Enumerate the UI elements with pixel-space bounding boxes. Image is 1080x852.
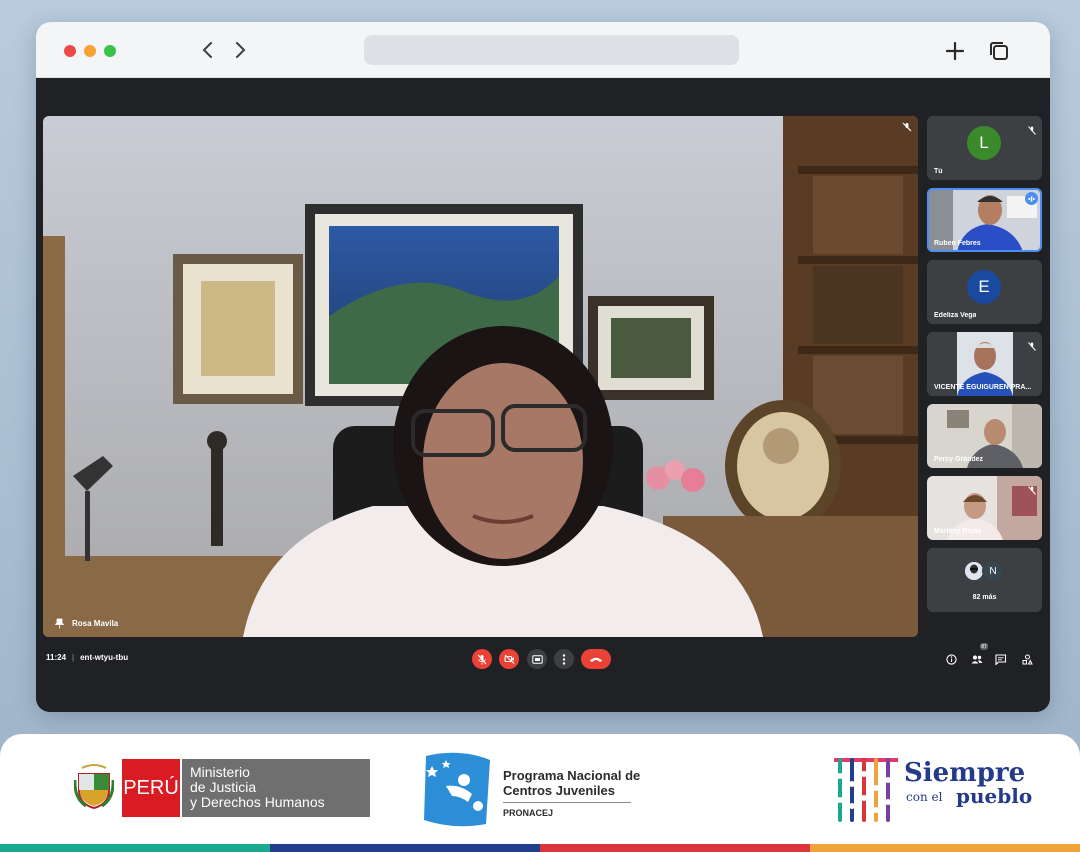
mic-off-icon [1028,482,1036,500]
slogan-emblem-icon [832,754,900,831]
mic-off-icon [1028,122,1036,140]
main-speaker-label: Rosa Mavila [55,618,118,629]
participant-name: Edeliza Vega [934,312,977,319]
participant-name: VICENTE EGUIGUREN PRA... [934,384,1032,391]
more-participants-label: 82 más [972,594,997,601]
program-line: Programa Nacional de [503,768,641,783]
mic-off-icon [902,122,912,132]
program-line: Centros Juveniles [503,783,615,798]
avatar: L [967,126,1001,160]
ministry-line: de Justicia [190,779,257,795]
participant-tile-video[interactable]: Percy Grández [927,404,1042,468]
meeting-code: ent-wtyu-tbu [80,653,129,662]
meeting-info: 11:24 | ent-wtyu-tbu [46,653,128,662]
more-participants-tile[interactable]: N 82 más [927,548,1042,612]
stripe-segment [0,844,270,852]
main-speaker-video[interactable]: Rosa Mavila [43,116,918,637]
slogan-logo: Siempre con el pueblo [832,750,1032,826]
speaking-indicator-icon [1025,192,1038,205]
mic-off-icon [1028,338,1036,356]
plus-icon[interactable] [942,38,968,64]
browser-toolbar [36,22,1050,78]
minimize-window-button[interactable] [84,45,96,57]
slogan-line: pueblo [956,784,1033,808]
chevron-left-icon[interactable] [196,38,220,62]
participant-tile-video[interactable]: Marleny Rojas [927,476,1042,540]
camera-toggle-button[interactable] [499,649,519,669]
more-options-button[interactable] [554,649,574,669]
pronacej-logo: Programa Nacional de Centros Juveniles P… [420,750,670,830]
program-acronym: PRONACEJ [503,808,554,818]
participant-name: Percy Grández [934,456,984,463]
footer-banner: PERÚ Ministerio de Justicia y Derechos H… [0,734,1080,852]
stripe-segment [810,844,1080,852]
slogan-line: con el [906,790,943,804]
ministry-name: Ministerio de Justicia y Derechos Humano… [180,759,370,817]
participant-name: Ruben Febres [934,240,981,247]
ministry-logo: PERÚ Ministerio de Justicia y Derechos H… [73,758,370,818]
stripe-segment [270,844,540,852]
main-speaker-name: Rosa Mavila [72,619,119,628]
people-icon[interactable] [970,652,984,666]
ministry-line: y Derechos Humanos [190,794,325,810]
close-window-button[interactable] [64,45,76,57]
program-name: Programa Nacional de Centros Juveniles [503,768,673,798]
color-stripe [0,844,1080,852]
peru-label: PERÚ [122,759,180,817]
participant-count-badge: 87 [980,643,988,650]
meeting-time: 11:24 [46,653,67,662]
coat-of-arms-icon [73,762,115,815]
chat-icon[interactable] [994,652,1008,666]
divider [503,802,631,803]
mic-toggle-button[interactable] [472,649,492,669]
activities-icon[interactable] [1020,652,1034,666]
avatar: E [967,270,1001,304]
participant-tile[interactable]: E Edeliza Vega [927,260,1042,324]
address-bar[interactable] [364,35,739,65]
ministry-line: Ministerio [190,764,250,780]
divider: | [72,653,75,662]
participant-name: Marleny Rojas [934,528,982,535]
participant-tile-self[interactable]: L Tú [927,116,1042,180]
stripe-segment [540,844,810,852]
pronacej-emblem-icon [420,750,494,835]
participant-tile-video[interactable]: VICENTE EGUIGUREN PRA... [927,332,1042,396]
chevron-right-icon[interactable] [228,38,252,62]
participant-name: Tú [934,168,943,175]
leave-call-button[interactable] [581,649,611,669]
browser-window: Rosa Mavila L Tú Ruben Febres E Edeliza … [36,22,1050,712]
participant-tile-video[interactable]: Ruben Febres [927,188,1042,252]
info-icon[interactable] [944,652,958,666]
avatar: N [982,560,1004,582]
copy-icon[interactable] [986,38,1012,64]
pin-icon[interactable] [55,618,64,629]
present-screen-button[interactable] [527,649,547,669]
maximize-window-button[interactable] [104,45,116,57]
meet-area: Rosa Mavila L Tú Ruben Febres E Edeliza … [36,78,1050,712]
